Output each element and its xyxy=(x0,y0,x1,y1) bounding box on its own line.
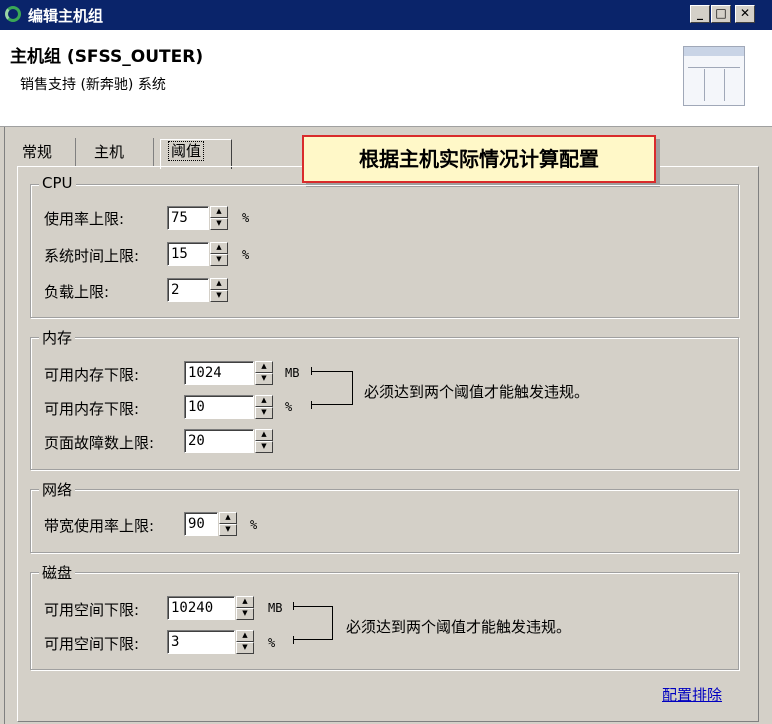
refresh-icon xyxy=(5,6,21,22)
annotation-callout: 根据主机实际情况计算配置 xyxy=(302,135,656,183)
memory-avail-mb-field[interactable]: 1024 xyxy=(184,361,254,385)
cpu-usage-spinner[interactable]: ▲ ▼ xyxy=(210,206,228,230)
memory-avail-mb-unit: MB xyxy=(285,366,300,380)
maximize-button[interactable]: □ xyxy=(711,5,731,23)
memory-pagefault-label: 页面故障数上限: xyxy=(44,434,155,452)
disk-space-mb-unit: MB xyxy=(268,601,283,615)
close-icon: ✕ xyxy=(739,6,751,20)
memory-avail-pct-field[interactable]: 10 xyxy=(184,395,254,419)
cpu-systime-spinner[interactable]: ▲ ▼ xyxy=(210,242,228,266)
memory-avail-mb-label: 可用内存下限: xyxy=(44,366,140,384)
spin-down-icon[interactable]: ▼ xyxy=(210,218,228,230)
spin-up-icon[interactable]: ▲ xyxy=(255,395,273,407)
memory-avail-mb-spinner[interactable]: ▲ ▼ xyxy=(255,361,273,385)
cpu-usage-field[interactable]: 75 xyxy=(167,206,209,230)
disk-bracket xyxy=(293,606,333,640)
tab-thresholds-label: 阈值 xyxy=(167,141,205,161)
spin-down-icon[interactable]: ▼ xyxy=(236,608,254,620)
cpu-systime-unit: % xyxy=(242,248,250,262)
cpu-legend: CPU xyxy=(39,174,76,192)
spin-up-icon[interactable]: ▲ xyxy=(255,429,273,441)
network-bw-label: 带宽使用率上限: xyxy=(44,517,155,535)
tab-hosts[interactable]: 主机 xyxy=(86,138,154,166)
disk-space-pct-unit: % xyxy=(268,636,276,650)
tab-thresholds[interactable]: 阈值 xyxy=(160,139,232,169)
memory-legend: 内存 xyxy=(39,327,76,348)
body-left-edge xyxy=(4,127,5,724)
disk-space-mb-label: 可用空间下限: xyxy=(44,601,140,619)
tab-hosts-label: 主机 xyxy=(94,143,125,161)
cpu-load-label: 负载上限: xyxy=(44,283,110,301)
group-title: 主机组 (SFSS_OUTER) xyxy=(10,47,204,67)
spin-up-icon[interactable]: ▲ xyxy=(210,242,228,254)
network-bw-field[interactable]: 90 xyxy=(184,512,218,536)
table-window-icon xyxy=(683,46,745,106)
cpu-load-spinner[interactable]: ▲ ▼ xyxy=(210,278,228,302)
disk-space-pct-field[interactable]: 3 xyxy=(167,630,235,654)
minimize-icon: _ xyxy=(697,6,703,20)
disk-space-pct-spinner[interactable]: ▲ ▼ xyxy=(236,630,254,654)
disk-space-pct-label: 可用空间下限: xyxy=(44,635,140,653)
disk-space-mb-field[interactable]: 10240 xyxy=(167,596,235,620)
spin-down-icon[interactable]: ▼ xyxy=(210,290,228,302)
spin-down-icon[interactable]: ▼ xyxy=(255,373,273,385)
memory-avail-pct-spinner[interactable]: ▲ ▼ xyxy=(255,395,273,419)
spin-up-icon[interactable]: ▲ xyxy=(219,512,237,524)
disk-legend: 磁盘 xyxy=(39,562,76,583)
spin-down-icon[interactable]: ▼ xyxy=(210,254,228,266)
memory-note: 必须达到两个阈值才能触发违规。 xyxy=(364,383,590,401)
window-title: 编辑主机组 xyxy=(28,7,104,25)
spin-up-icon[interactable]: ▲ xyxy=(210,278,228,290)
spin-up-icon[interactable]: ▲ xyxy=(210,206,228,218)
spin-down-icon[interactable]: ▼ xyxy=(255,441,273,453)
spin-down-icon[interactable]: ▼ xyxy=(219,524,237,536)
spin-down-icon[interactable]: ▼ xyxy=(255,407,273,419)
minimize-button[interactable]: _ xyxy=(690,5,710,23)
network-bw-spinner[interactable]: ▲ ▼ xyxy=(219,512,237,536)
disk-note: 必须达到两个阈值才能触发违规。 xyxy=(346,618,572,636)
cpu-load-field[interactable]: 2 xyxy=(167,278,209,302)
close-button[interactable]: ✕ xyxy=(735,5,755,23)
group-subtitle: 销售支持 (新奔驰) 系统 xyxy=(20,77,166,93)
spin-up-icon[interactable]: ▲ xyxy=(255,361,273,373)
disk-space-mb-spinner[interactable]: ▲ ▼ xyxy=(236,596,254,620)
configure-exclusions-link[interactable]: 配置排除 xyxy=(662,684,722,705)
memory-avail-pct-unit: % xyxy=(285,400,293,414)
tab-general[interactable]: 常规 xyxy=(14,138,76,166)
maximize-icon: □ xyxy=(715,6,727,20)
memory-pagefault-spinner[interactable]: ▲ ▼ xyxy=(255,429,273,453)
memory-bracket xyxy=(311,371,353,405)
cpu-systime-label: 系统时间上限: xyxy=(44,247,140,265)
spin-up-icon[interactable]: ▲ xyxy=(236,596,254,608)
spin-up-icon[interactable]: ▲ xyxy=(236,630,254,642)
network-legend: 网络 xyxy=(39,479,76,500)
cpu-usage-unit: % xyxy=(242,211,250,225)
network-bw-unit: % xyxy=(250,518,258,532)
cpu-usage-label: 使用率上限: xyxy=(44,210,125,228)
tab-general-label: 常规 xyxy=(22,143,53,161)
title-bar[interactable]: 编辑主机组 _ □ ✕ xyxy=(0,0,772,30)
cpu-systime-field[interactable]: 15 xyxy=(167,242,209,266)
memory-pagefault-field[interactable]: 20 xyxy=(184,429,254,453)
spin-down-icon[interactable]: ▼ xyxy=(236,642,254,654)
dialog-header: 主机组 (SFSS_OUTER) 销售支持 (新奔驰) 系统 xyxy=(0,30,772,127)
memory-avail-pct-label: 可用内存下限: xyxy=(44,400,140,418)
